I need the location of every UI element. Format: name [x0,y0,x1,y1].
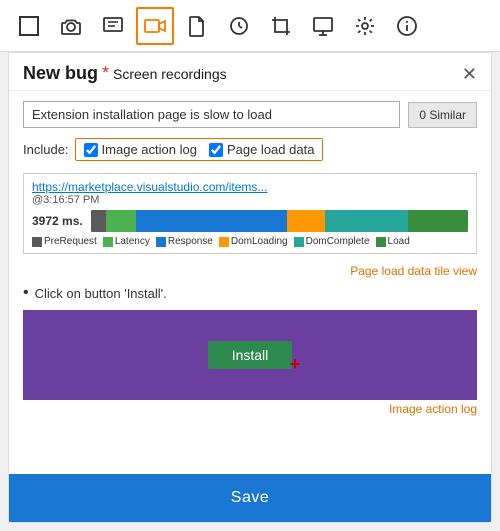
install-button-visual: Install + [208,341,293,369]
page-load-data-checkbox[interactable] [209,143,223,157]
legend-item-latency: Latency [103,236,150,247]
panel-header: New bug * Screen recordings ✕ [9,53,491,91]
panel: New bug * Screen recordings ✕ 0 Similar … [8,52,492,523]
include-options-box: Image action log Page load data [75,138,324,161]
comment-icon[interactable] [94,7,132,45]
image-tile: Install + [23,310,477,400]
save-button[interactable]: Save [231,489,269,507]
legend-item-response: Response [156,236,213,247]
page-load-data-option[interactable]: Page load data [209,142,314,157]
page-load-annotation: Page load data tile view [23,264,477,278]
file-icon[interactable] [178,7,216,45]
include-row: Include: Image action log Page load data [9,134,491,167]
footer[interactable]: Save [9,474,491,522]
crop-icon[interactable] [262,7,300,45]
panel-title: New bug [23,63,98,84]
similar-button[interactable]: 0 Similar [408,102,477,128]
bar-segment-prerequest [91,210,106,232]
page-load-tile: https://marketplace.visualstudio.com/ite… [23,173,477,254]
duration-label: 3972 ms. [32,214,83,228]
bar-legend: PreRequest Latency Response DomLoading DomCo… [32,236,468,247]
monitor-icon[interactable] [304,7,342,45]
camera-icon[interactable] [52,7,90,45]
gear-icon[interactable] [346,7,384,45]
video-icon[interactable] [136,7,174,45]
info-icon[interactable] [388,7,426,45]
image-action-annotation: Image action log [23,402,477,416]
legend-item-domloading: DomLoading [219,236,288,247]
cursor-cross-icon: + [290,354,301,375]
action-step-text: Click on button 'Install'. [35,286,167,301]
performance-bar [91,210,468,232]
bar-segment-domloading [287,210,325,232]
bar-segment-domcomplete [325,210,408,232]
legend-item-prerequest: PreRequest [32,236,97,247]
install-label: Install [232,347,269,363]
search-row: 0 Similar [9,91,491,134]
action-step: • Click on button 'Install'. [23,284,477,302]
close-icon[interactable]: ✕ [462,65,477,83]
legend-item-load: Load [376,236,410,247]
bullet-icon: • [23,284,29,302]
bar-segment-response [136,210,287,232]
tile-url[interactable]: https://marketplace.visualstudio.com/ite… [32,180,468,194]
tile-timestamp: @3:16:57 PM [32,194,468,206]
include-label: Include: [23,142,69,157]
toolbar [0,0,500,52]
bar-segment-load [408,210,468,232]
page-load-data-label: Page load data [227,142,314,157]
panel-asterisk: * [102,63,109,84]
bar-segment-latency [106,210,136,232]
search-input[interactable] [23,101,400,128]
panel-subtitle: Screen recordings [113,66,227,82]
square-icon[interactable] [10,7,48,45]
image-action-log-checkbox[interactable] [84,143,98,157]
legend-item-domcomplete: DomComplete [294,236,370,247]
content-area: https://marketplace.visualstudio.com/ite… [9,167,491,474]
clock-icon[interactable] [220,7,258,45]
image-action-log-option[interactable]: Image action log [84,142,197,157]
image-action-log-label: Image action log [102,142,197,157]
